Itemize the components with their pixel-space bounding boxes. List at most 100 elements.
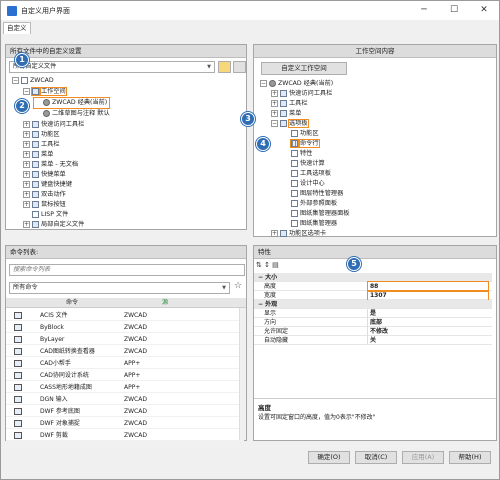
tree-item[interactable]: + 工具栏	[23, 140, 60, 150]
tree-item[interactable]: + 鼠标按钮	[23, 200, 66, 210]
workspace-tree-item[interactable]: + 快速访问工具栏	[271, 89, 332, 99]
collapse-icon[interactable]: −	[271, 119, 278, 127]
col-source[interactable]: 源	[162, 298, 168, 308]
property-value[interactable]: 1307	[367, 290, 489, 301]
command-filter-select[interactable]: 所有命令 ▼	[9, 282, 230, 294]
workspace-tree-item[interactable]: 工具选项板	[282, 169, 331, 179]
expand-icon[interactable]: +	[271, 99, 278, 107]
open-folder-icon[interactable]	[218, 61, 231, 73]
workspace-tree-item[interactable]: 图纸集管理器	[282, 219, 337, 229]
tree-item[interactable]: 二维草图与注释 默认	[34, 109, 110, 119]
workspace-tree-item[interactable]: 外部参照面板	[282, 199, 337, 209]
collapse-icon[interactable]: −	[260, 79, 267, 87]
tree-item[interactable]: + 快捷菜单	[23, 170, 66, 180]
workspace-tree-item[interactable]: 快速计算	[282, 159, 325, 169]
close-button[interactable]: ✕	[469, 1, 499, 20]
expand-icon[interactable]: +	[23, 200, 30, 208]
maximize-button[interactable]: ☐	[439, 1, 469, 20]
expand-icon[interactable]: +	[271, 89, 278, 97]
workspace-tree-item[interactable]: 图层特性管理器	[282, 189, 343, 199]
expand-icon[interactable]: +	[23, 120, 30, 128]
property-value[interactable]: 底部	[370, 318, 382, 327]
tree-item[interactable]: LISP 文件	[23, 210, 68, 220]
workspace-tree-item[interactable]: 特性	[282, 149, 312, 159]
workspace-tree-item[interactable]: 设计中心	[282, 179, 325, 189]
save-icon[interactable]	[233, 61, 246, 73]
workspace-tree-item[interactable]: + 菜单	[271, 109, 301, 119]
property-row[interactable]: 允许固定 不修改	[254, 327, 492, 336]
property-category[interactable]: − 大小	[254, 273, 492, 282]
help-button[interactable]: 帮助(H)	[449, 451, 491, 464]
sort-icon[interactable]: ⇅ ↕ ▤	[256, 261, 279, 269]
ok-button[interactable]: 确定(O)	[308, 451, 350, 464]
customize-workspace-button[interactable]: 自定义工作空间	[261, 62, 347, 75]
file-select[interactable]: 所有自定义文件 ▼	[9, 61, 215, 73]
command-row[interactable]: DWF 参考底图 ZWCAD	[6, 406, 244, 417]
workspace-tree-item[interactable]: + 功能区选项卡	[271, 229, 326, 239]
workspace-tree-item[interactable]: 功能区	[282, 129, 319, 139]
workspace-tree-item[interactable]: − 选项板	[271, 119, 309, 129]
expand-icon[interactable]: +	[271, 229, 278, 237]
expand-icon[interactable]: +	[23, 180, 30, 188]
tree-item[interactable]: − ZWCAD	[12, 76, 54, 86]
command-name: CAD小帮手	[40, 360, 71, 367]
property-row[interactable]: 显示 是	[254, 309, 492, 318]
collapse-icon[interactable]: −	[12, 76, 19, 84]
command-row[interactable]: DWF 对象捕捉 ZWCAD	[6, 418, 244, 429]
command-list-scrollbar[interactable]	[239, 308, 246, 440]
command-row[interactable]: DGN 输入 ZWCAD	[6, 394, 244, 405]
expand-icon[interactable]: +	[23, 130, 30, 138]
workspace-tree-item[interactable]: + 工具栏	[271, 99, 308, 109]
property-value[interactable]: 关	[370, 336, 376, 345]
property-value[interactable]: 88	[367, 281, 489, 292]
tree-item[interactable]: + 快速访问工具栏	[23, 120, 84, 130]
workspace-tree-item-label: 快速计算	[300, 160, 325, 167]
tree-item[interactable]: + 键盘快捷键	[23, 180, 72, 190]
property-value[interactable]: 不修改	[370, 327, 388, 336]
tab-customize[interactable]: 自定义	[3, 22, 31, 34]
command-row[interactable]: DWF 剪裁 ZWCAD	[6, 430, 244, 441]
workspace-tree-item[interactable]: − ZWCAD 经典(当前)	[260, 79, 333, 89]
property-row[interactable]: 宽度 1307	[254, 290, 492, 301]
minimize-button[interactable]: ─	[409, 1, 439, 20]
col-command[interactable]: 命令	[66, 298, 78, 308]
tree-item[interactable]: + 菜单 - 无文档	[23, 160, 78, 170]
property-value[interactable]: 是	[370, 309, 376, 318]
star-icon[interactable]: ☆	[234, 281, 242, 291]
command-row[interactable]: ByLayer ZWCAD	[6, 334, 244, 345]
workspace-tree-item-label: 设计中心	[300, 180, 325, 187]
expand-icon[interactable]: +	[271, 109, 278, 117]
command-row[interactable]: CASS地形地籍成图 APP+	[6, 382, 244, 393]
expand-icon[interactable]: +	[23, 170, 30, 178]
expand-icon[interactable]: +	[23, 160, 30, 168]
command-icon	[14, 396, 22, 403]
workspace-tree-item[interactable]: 图纸集管理器面板	[282, 209, 350, 219]
tree-item-label: 功能区	[41, 131, 60, 138]
command-search-input[interactable]: 搜索命令列表	[9, 264, 245, 276]
tree-item[interactable]: ZWCAD 经典(当前)	[32, 97, 111, 109]
expand-icon[interactable]: +	[23, 140, 30, 148]
command-row[interactable]: ACIS 文件 ZWCAD	[6, 310, 244, 321]
expand-icon[interactable]: +	[23, 220, 30, 228]
property-row[interactable]: 自动隐藏 关	[254, 336, 492, 345]
workspace-tree-item-label: 功能区	[300, 130, 319, 137]
apply-button[interactable]: 应用(A)	[402, 451, 444, 464]
command-row[interactable]: ByBlock ZWCAD	[6, 322, 244, 333]
expand-icon[interactable]: +	[23, 190, 30, 198]
tree-item[interactable]: + 功能区	[23, 130, 60, 140]
collapse-icon[interactable]: −	[23, 87, 30, 95]
property-row[interactable]: 方向 底部	[254, 318, 492, 327]
command-row[interactable]: CAD小帮手 APP+	[6, 358, 244, 369]
expand-icon[interactable]: +	[23, 150, 30, 158]
command-row[interactable]: CAD图纸转换查看器 ZWCAD	[6, 346, 244, 357]
tree-item[interactable]: − 工作空间	[23, 86, 67, 97]
tree-item[interactable]: + 局部自定义文件	[23, 220, 84, 230]
property-category[interactable]: − 外观	[254, 300, 492, 309]
title-bar: 自定义用户界面 ─ ☐ ✕	[1, 1, 499, 20]
tree-item[interactable]: + 菜单	[23, 150, 53, 160]
command-row[interactable]: CAD协同设计系统 APP+	[6, 370, 244, 381]
property-row[interactable]: 高度 88	[254, 281, 492, 292]
cancel-button[interactable]: 取消(C)	[355, 451, 397, 464]
tree-item[interactable]: + 双击动作	[23, 190, 66, 200]
workspace-tree-item[interactable]: 命令行	[282, 138, 320, 149]
